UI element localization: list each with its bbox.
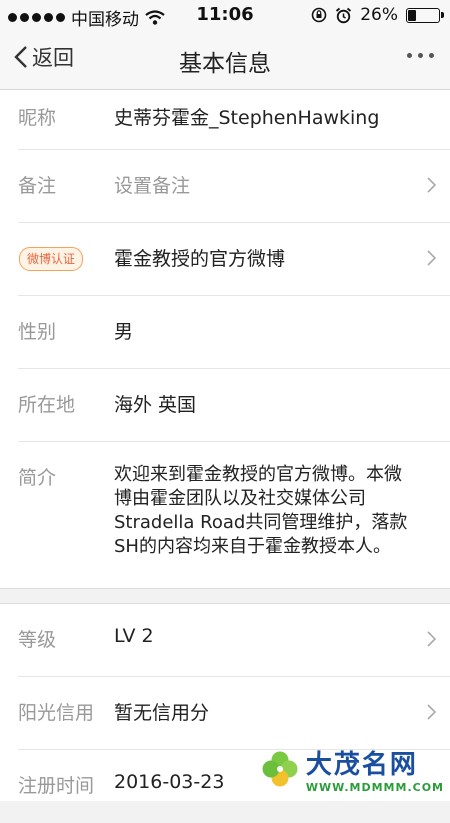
- more-dot-icon: [418, 53, 423, 58]
- status-bar: 中国移动 11:06 26%: [0, 0, 450, 30]
- remark-value: 设置备注: [114, 175, 191, 197]
- credit-label: 阳光信用: [18, 702, 95, 724]
- register-value: 2016-03-23: [114, 771, 225, 793]
- clover-logo-icon: [262, 751, 298, 787]
- gender-row: 性别 男: [18, 296, 450, 369]
- more-dot-icon: [429, 53, 434, 58]
- verification-row[interactable]: 微博认证 霍金教授的官方微博: [18, 223, 450, 296]
- remark-label: 备注: [18, 175, 57, 197]
- credit-row[interactable]: 阳光信用 暂无信用分: [18, 677, 450, 750]
- remark-row[interactable]: 备注 设置备注: [18, 150, 450, 223]
- nickname-label: 昵称: [18, 107, 57, 129]
- rotation-lock-icon: [311, 7, 327, 23]
- intro-row: 简介 欢迎来到霍金教授的官方微博。本微博由霍金团队以及社交媒体公司Stradel…: [18, 442, 450, 582]
- level-row[interactable]: 等级 LV 2: [18, 604, 450, 677]
- alarm-icon: [336, 7, 352, 23]
- nickname-value: 史蒂芬霍金_StephenHawking: [114, 107, 380, 129]
- more-dot-icon: [407, 53, 412, 58]
- battery-percent: 26%: [360, 5, 398, 25]
- status-right: 26%: [311, 5, 444, 25]
- credit-value: 暂无信用分: [114, 702, 210, 724]
- chevron-right-icon: [427, 177, 436, 193]
- site-watermark: 大茂名网 WWW.MDMMM.COM: [260, 744, 444, 794]
- chevron-right-icon: [427, 704, 436, 720]
- level-label: 等级: [18, 629, 57, 651]
- intro-label: 简介: [18, 467, 57, 489]
- watermark-text: 大茂名网 WWW.MDMMM.COM: [306, 744, 444, 794]
- basic-info-card: 昵称 史蒂芬霍金_StephenHawking 备注 设置备注 微博认证 霍金教…: [0, 90, 450, 589]
- navigation-bar: 返回 基本信息: [0, 30, 450, 90]
- chevron-right-icon: [427, 631, 436, 647]
- watermark-site: WWW.MDMMM.COM: [305, 781, 444, 794]
- more-options-button[interactable]: [405, 47, 436, 64]
- level-value: LV 2: [114, 625, 154, 647]
- battery-icon: [406, 7, 444, 23]
- weibo-verified-badge: 微博认证: [19, 247, 84, 271]
- register-label: 注册时间: [18, 775, 95, 797]
- nickname-row: 昵称 史蒂芬霍金_StephenHawking: [18, 90, 450, 150]
- chevron-right-icon: [427, 250, 436, 266]
- page-title: 基本信息: [179, 51, 271, 77]
- location-value: 海外 英国: [114, 394, 197, 416]
- watermark-brand: 大茂名网: [305, 750, 418, 780]
- battery-level-fill: [408, 9, 416, 21]
- gender-label: 性别: [18, 321, 57, 343]
- verification-value: 霍金教授的官方微博: [114, 248, 286, 270]
- intro-value: 欢迎来到霍金教授的官方微博。本微博由霍金团队以及社交媒体公司Stradella …: [114, 464, 408, 557]
- gender-value: 男: [114, 321, 134, 343]
- location-row: 所在地 海外 英国: [18, 369, 450, 442]
- location-label: 所在地: [18, 394, 76, 416]
